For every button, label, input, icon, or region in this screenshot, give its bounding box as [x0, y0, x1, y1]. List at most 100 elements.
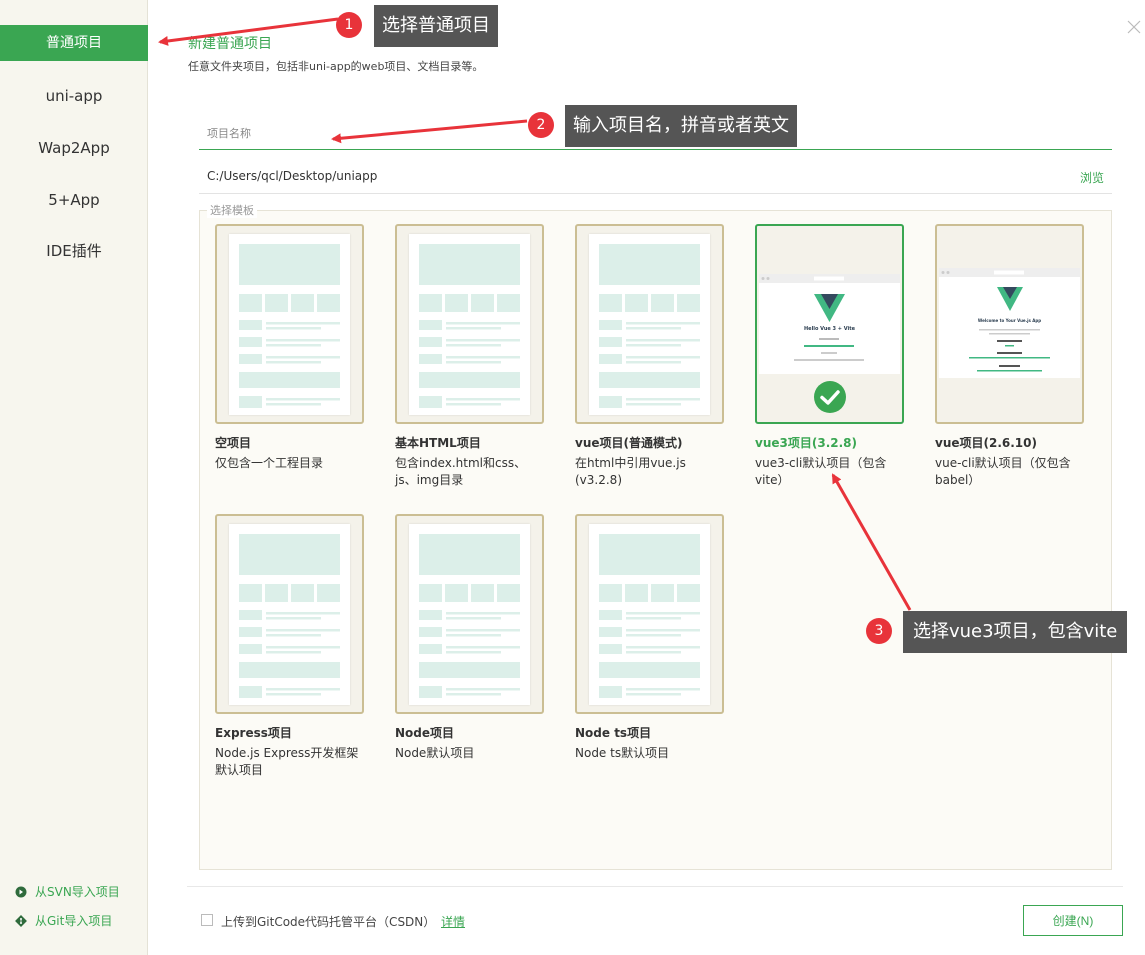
wireframe-block: [265, 584, 288, 602]
wireframe-block: [265, 294, 288, 312]
git-import-link[interactable]: 从Git导入项目: [15, 912, 112, 929]
wireframe-block: [497, 584, 520, 602]
wireframe-block: [291, 294, 314, 312]
wireframe-block: [239, 372, 340, 388]
project-path-row: C:/Users/qcl/Desktop/uniapp 浏览: [199, 160, 1112, 194]
upload-checkbox[interactable]: [201, 914, 213, 926]
svn-import-link[interactable]: 从SVN导入项目: [15, 883, 120, 900]
wireframe-block: [599, 294, 622, 312]
wireframe-block: [419, 627, 442, 637]
wireframe-block: [446, 344, 501, 347]
template-name: 基本HTML项目: [395, 436, 481, 450]
template-preview: [229, 234, 350, 415]
wireframe-block: [266, 339, 340, 342]
wireframe-block: [419, 372, 520, 388]
template-card-empty[interactable]: [215, 224, 364, 424]
wireframe-block: [266, 322, 340, 325]
template-card-vue3[interactable]: Hello Vue 3 + Vite: [755, 224, 904, 424]
vue2-preview-screenshot: [939, 268, 1080, 372]
wireframe-block: [446, 617, 501, 620]
wireframe-block: [626, 356, 700, 359]
wireframe-block: [471, 294, 494, 312]
wireframe-block: [446, 398, 520, 401]
wireframe-block: [239, 294, 262, 312]
sidebar-item-uni-app[interactable]: uni-app: [0, 78, 148, 114]
wireframe-block: [239, 584, 262, 602]
template-desc: 仅包含一个工程目录: [215, 456, 324, 470]
vue3-preview-title: Hello Vue 3 + Vite: [804, 326, 855, 332]
wireframe-block: [599, 354, 622, 364]
template-card-express[interactable]: [215, 514, 364, 714]
create-button[interactable]: 创建(N): [1023, 905, 1123, 936]
wireframe-block: [446, 339, 520, 342]
page-wireframe-icon: [419, 244, 520, 408]
sidebar-item-normal-project[interactable]: 普通项目: [0, 25, 148, 61]
wireframe-block: [419, 337, 442, 347]
wireframe-block: [626, 651, 681, 654]
template-desc: Node ts默认项目: [575, 746, 670, 760]
template-card-basic-html[interactable]: [395, 224, 544, 424]
wireframe-block: [239, 627, 262, 637]
project-path-value[interactable]: C:/Users/qcl/Desktop/uniapp: [207, 169, 377, 183]
annotation-callout-3: 选择vue3项目，包含vite: [903, 611, 1128, 653]
close-icon[interactable]: [1125, 18, 1143, 36]
template-card-vue-normal[interactable]: [575, 224, 724, 424]
wireframe-block: [599, 686, 622, 698]
wireframe-block: [446, 629, 520, 632]
sidebar-item-5plus-app[interactable]: 5+App: [0, 182, 148, 218]
template-name: Node项目: [395, 726, 455, 740]
svn-import-label: 从SVN导入项目: [35, 885, 120, 899]
details-link[interactable]: 详情: [441, 913, 465, 930]
vue3-preview-lines: [794, 338, 864, 361]
wireframe-block: [626, 693, 681, 696]
sidebar-item-wap2app[interactable]: Wap2App: [0, 130, 148, 166]
template-card-node-ts[interactable]: [575, 514, 724, 714]
template-desc: vue3-cli默认项目（包含vite）: [755, 456, 887, 487]
wireframe-block: [626, 339, 700, 342]
annotation-badge-2: 2: [528, 112, 554, 138]
upload-label: 上传到GitCode代码托管平台（CSDN）: [221, 915, 436, 929]
wireframe-block: [266, 651, 321, 654]
wireframe-block: [266, 629, 340, 632]
wireframe-block: [291, 584, 314, 602]
template-name: vue项目(普通模式): [575, 436, 683, 450]
wireframe-block: [599, 244, 700, 285]
wireframe-block: [239, 534, 340, 575]
wireframe-block: [446, 651, 501, 654]
wireframe-block: [419, 320, 442, 330]
wireframe-block: [626, 617, 681, 620]
wireframe-block: [446, 646, 520, 649]
template-card-vue2[interactable]: Welcome to Your Vue.js App: [935, 224, 1084, 424]
sidebar-item-ide-plugin[interactable]: IDE插件: [0, 233, 148, 269]
wireframe-block: [239, 396, 262, 408]
wireframe-block: [599, 627, 622, 637]
wireframe-block: [239, 686, 262, 698]
wireframe-block: [677, 584, 700, 602]
wireframe-block: [599, 337, 622, 347]
page-title: 新建普通项目: [188, 36, 272, 52]
template-desc: 包含index.html和css、js、img目录: [395, 456, 527, 487]
wireframe-block: [626, 403, 681, 406]
annotation-badge-3: 3: [866, 618, 892, 644]
wireframe-block: [266, 688, 340, 691]
wireframe-block: [599, 372, 700, 388]
wireframe-block: [626, 646, 700, 649]
wireframe-block: [419, 644, 442, 654]
template-preview: [409, 524, 530, 705]
wireframe-block: [446, 612, 520, 615]
wireframe-block: [471, 584, 494, 602]
wireframe-block: [626, 634, 681, 637]
browse-button[interactable]: 浏览: [1080, 169, 1104, 186]
wireframe-block: [239, 337, 262, 347]
wireframe-block: [445, 584, 468, 602]
page-subtitle: 任意文件夹项目，包括非uni-app的web项目、文档目录等。: [188, 60, 484, 73]
wireframe-block: [599, 534, 700, 575]
wireframe-block: [239, 610, 262, 620]
wireframe-block: [651, 584, 674, 602]
wireframe-block: [599, 644, 622, 654]
template-card-node[interactable]: [395, 514, 544, 714]
annotation-badge-1: 1: [336, 12, 362, 38]
template-preview: [589, 524, 710, 705]
wireframe-block: [677, 294, 700, 312]
wireframe-block: [239, 354, 262, 364]
